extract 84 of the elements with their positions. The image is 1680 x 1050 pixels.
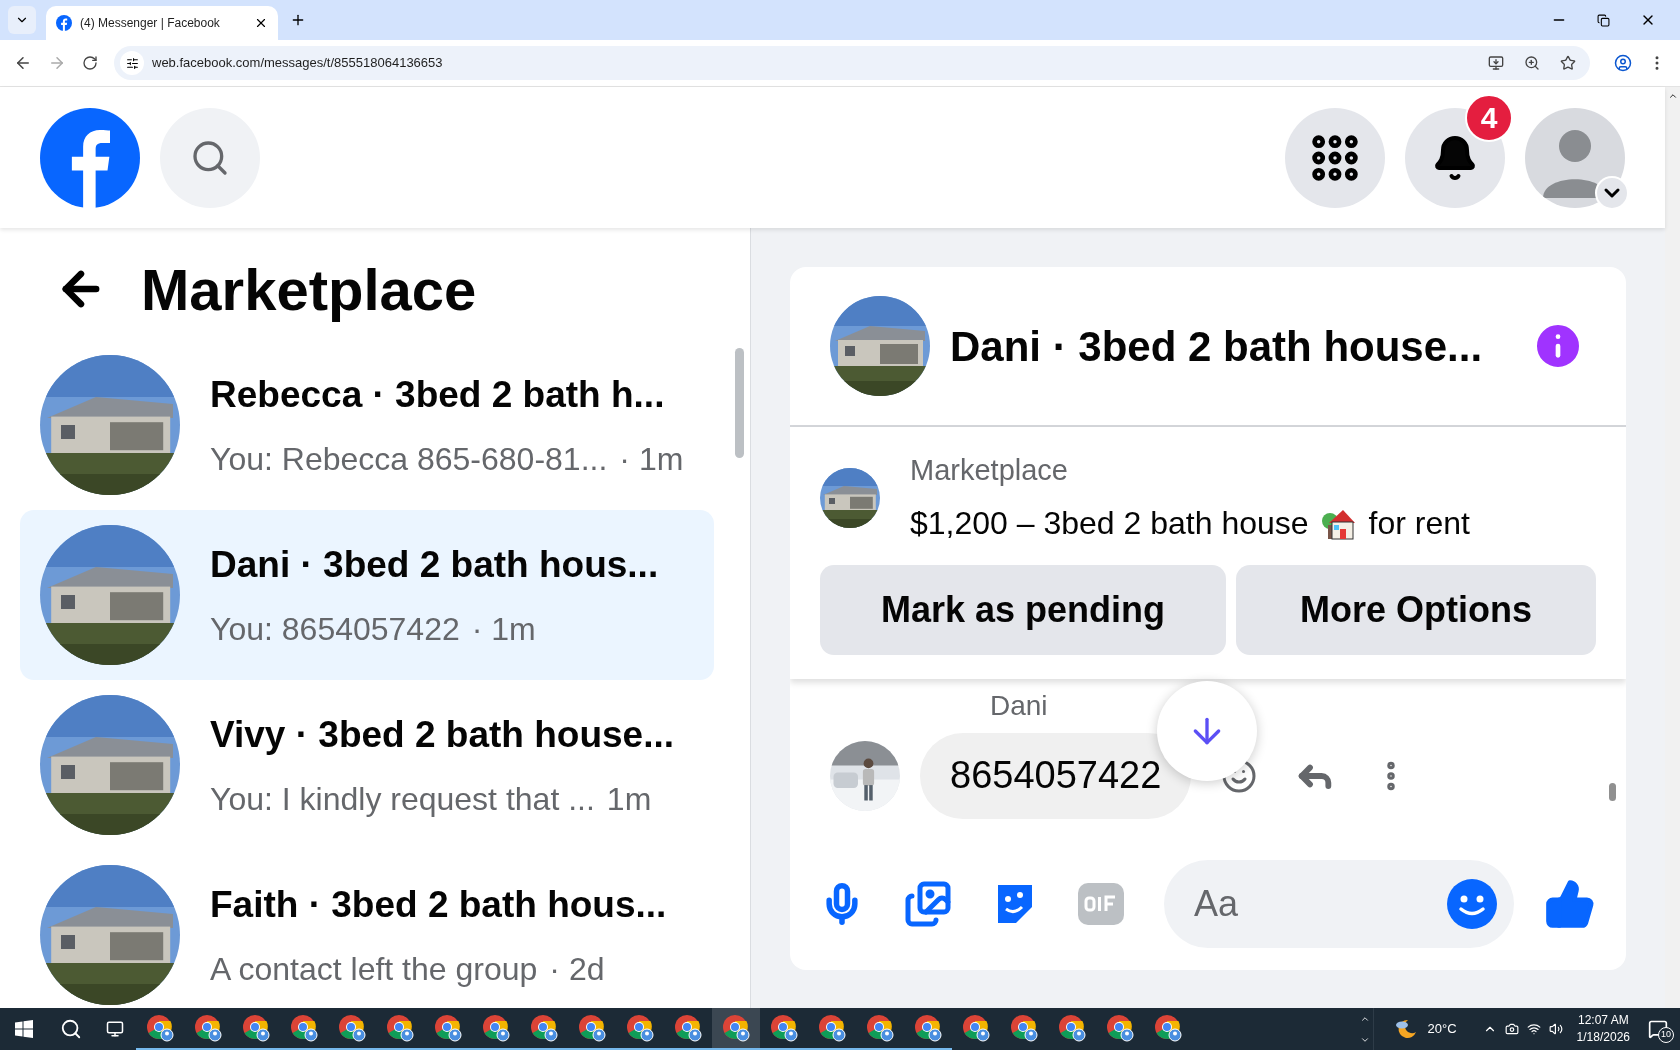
chrome-icon xyxy=(242,1014,270,1042)
temperature: 20°C xyxy=(1427,1020,1457,1039)
chrome-icon xyxy=(146,1014,174,1042)
conversation-item[interactable]: Rebecca · 3bed 2 bath h... You: Rebecca 865-680-81... · 1m xyxy=(20,340,714,510)
site-settings-icon xyxy=(125,56,139,70)
conversation-preview: You: I kindly request that ... xyxy=(210,779,595,819)
conversation-time: 1m xyxy=(606,779,652,819)
sender-name: Dani xyxy=(990,688,1049,723)
windows-icon[interactable] xyxy=(15,1020,33,1038)
back-icon[interactable] xyxy=(14,54,32,72)
taskbar-app[interactable] xyxy=(712,1008,760,1050)
facebook-logo[interactable] xyxy=(40,107,140,208)
conversation-name: Faith · 3bed 2 bath hous... xyxy=(210,883,667,928)
notification-count: 10 xyxy=(1658,1027,1674,1043)
chat-title: Dani · 3bed 2 bath house... xyxy=(950,321,1484,372)
listing-suffix: for rent xyxy=(1368,503,1470,543)
chrome-icon xyxy=(530,1014,558,1042)
weather-icon[interactable] xyxy=(1393,1017,1418,1041)
install-icon[interactable] xyxy=(1488,55,1504,71)
like-icon[interactable] xyxy=(1544,878,1596,931)
conversation-name: Vivy · 3bed 2 bath house... xyxy=(210,713,674,758)
chrome-icon xyxy=(866,1014,894,1042)
scrollbar[interactable] xyxy=(1609,782,1616,801)
clock-date: 1/18/2026 xyxy=(1576,1029,1630,1046)
listing-action-button[interactable]: Mark as pending xyxy=(820,564,1226,655)
listing-source: Marketplace xyxy=(910,453,1069,488)
chrome-icon xyxy=(818,1014,846,1042)
sidebar-title: Marketplace xyxy=(141,255,477,324)
conversation-preview: A contact left the group xyxy=(210,949,538,989)
restore-icon[interactable] xyxy=(1597,13,1610,27)
camera-icon[interactable] xyxy=(1504,1022,1519,1036)
browser-tab[interactable]: (4) Messenger | Facebook xyxy=(46,6,278,40)
chrome-icon xyxy=(194,1014,222,1042)
notification-badge: 4 xyxy=(1465,93,1513,142)
bookmark-star-icon[interactable] xyxy=(1560,55,1576,71)
chrome-icon xyxy=(722,1014,750,1042)
url-text: web.facebook.com/messages/t/855518064136653 xyxy=(152,54,444,73)
chrome-icon xyxy=(1058,1014,1086,1042)
chrome-icon xyxy=(962,1014,990,1042)
clock-time: 12:07 AM xyxy=(1577,1012,1629,1029)
message-bubble: 8654057422 xyxy=(920,732,1192,819)
conversation-time: · 1m xyxy=(471,609,536,649)
chrome-icon xyxy=(338,1014,366,1042)
chrome-icon xyxy=(674,1014,702,1042)
listing-action-button[interactable]: More Options xyxy=(1236,564,1596,655)
chrome-icon xyxy=(770,1014,798,1042)
scroll-up-icon[interactable] xyxy=(1667,91,1678,101)
conversation-preview: You: 8654057422 xyxy=(210,609,460,649)
listing-title: $1,200 – 3bed 2 bath house xyxy=(910,503,1309,543)
photo-icon[interactable] xyxy=(904,880,952,929)
chrome-icon xyxy=(434,1014,462,1042)
chrome-icon xyxy=(290,1014,318,1042)
chrome-icon xyxy=(1154,1014,1182,1042)
volume-icon[interactable] xyxy=(1548,1022,1563,1036)
emoji-icon[interactable] xyxy=(1446,878,1498,931)
chrome-icon xyxy=(578,1014,606,1042)
new-tab-icon[interactable] xyxy=(290,12,306,28)
facebook-icon xyxy=(56,15,72,31)
chrome-icon xyxy=(1010,1014,1038,1042)
search-icon[interactable] xyxy=(60,1018,82,1040)
conversation-preview: You: Rebecca 865-680-81... xyxy=(210,439,608,479)
conversation-item[interactable]: Dani · 3bed 2 bath hous... You: 8654057422 · 1m xyxy=(20,510,714,680)
chrome-icon xyxy=(1106,1014,1134,1042)
zoom-icon[interactable] xyxy=(1524,55,1540,71)
chrome-icon xyxy=(626,1014,654,1042)
address-bar[interactable]: web.facebook.com/messages/t/855518064136653 xyxy=(114,46,1590,80)
chrome-icon xyxy=(482,1014,510,1042)
conversation-item[interactable]: Vivy · 3bed 2 bath house... You: I kindly request that ... 1m xyxy=(20,680,714,850)
network-icon[interactable] xyxy=(1526,1022,1541,1036)
conversation-name: Dani · 3bed 2 bath hous... xyxy=(210,543,659,588)
profile-icon[interactable] xyxy=(1614,54,1632,72)
close-icon[interactable] xyxy=(254,16,268,30)
chrome-icon xyxy=(914,1014,942,1042)
conversation-time: · 2d xyxy=(549,949,605,989)
gif-icon xyxy=(1084,895,1118,914)
message-input[interactable]: Aa xyxy=(1164,860,1514,949)
task-view-icon[interactable] xyxy=(106,1020,124,1038)
reload-icon[interactable] xyxy=(82,55,98,71)
conversation-time: · 1m xyxy=(619,439,684,479)
tab-title: (4) Messenger | Facebook xyxy=(80,15,221,32)
chrome-icon xyxy=(386,1014,414,1042)
conversation-item[interactable]: Faith · 3bed 2 bath hous... A contact left the group · 2d xyxy=(20,850,714,1008)
conversation-name: Rebecca · 3bed 2 bath h... xyxy=(210,373,666,418)
scrollbar[interactable] xyxy=(735,348,744,458)
